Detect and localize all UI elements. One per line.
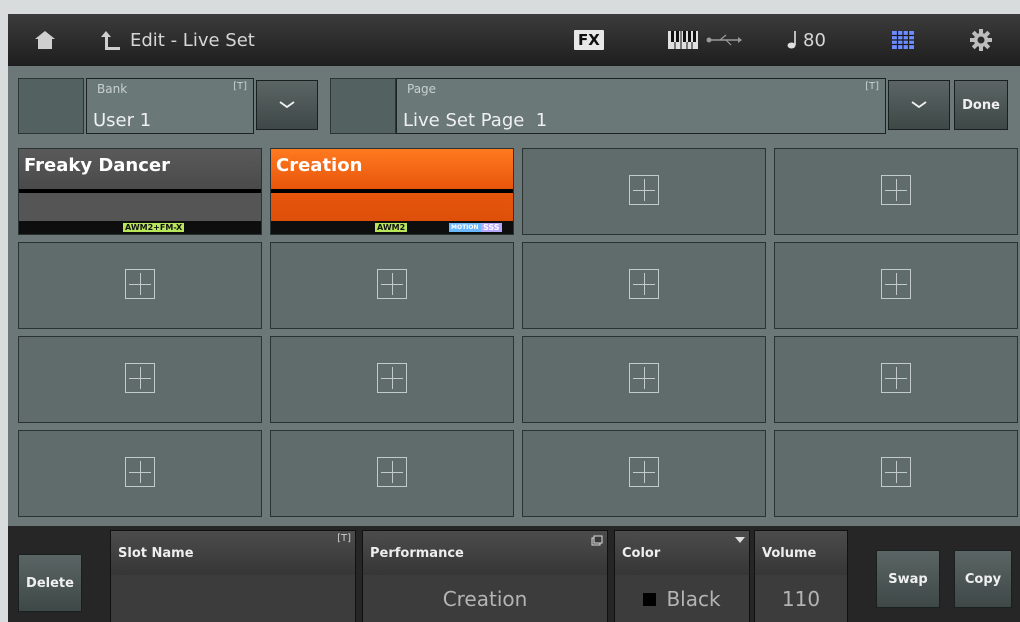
empty-slot[interactable] [774, 430, 1018, 517]
slot-name: Creation [276, 155, 363, 176]
page-blank-pad [330, 78, 396, 134]
bank-label: Bank [97, 82, 128, 96]
empty-slot[interactable] [522, 148, 766, 235]
color-field[interactable]: Color Black [614, 530, 750, 622]
color-value-row: Black [615, 575, 749, 622]
page-label: Page [407, 82, 437, 96]
tempo-value[interactable]: 80 [803, 14, 826, 66]
bank-dropdown-button[interactable] [256, 80, 318, 130]
plus-icon [881, 457, 911, 487]
main-area: Bank [T] User 1 Page [T] Live Set Page 1… [8, 66, 1020, 526]
empty-slot[interactable] [270, 430, 514, 517]
gear-icon[interactable] [970, 14, 992, 66]
slot-footer: AWM2+FM-X [19, 221, 261, 234]
delete-button[interactable]: Delete [18, 554, 82, 612]
performance-field[interactable]: Performance Creation [362, 530, 608, 622]
page-field[interactable]: Page [T] Live Set Page 1 [396, 78, 886, 134]
home-icon[interactable] [34, 14, 56, 66]
empty-slot[interactable] [18, 336, 262, 423]
plus-icon [377, 457, 407, 487]
slot-name-field[interactable]: Slot Name [T] [110, 530, 356, 622]
awm2-fmx-tag: AWM2+FM-X [123, 223, 185, 232]
volume-label: Volume [762, 546, 817, 561]
plus-icon [377, 269, 407, 299]
empty-slot[interactable] [774, 148, 1018, 235]
volume-field[interactable]: Volume 110 [754, 530, 848, 622]
plus-icon [125, 457, 155, 487]
performance-value: Creation [363, 575, 607, 622]
empty-slot[interactable] [522, 242, 766, 329]
bank-blank-pad [18, 78, 84, 134]
page-title: Edit - Live Set [130, 29, 255, 51]
plus-icon [881, 269, 911, 299]
fx-button[interactable]: FX [574, 14, 604, 66]
slot-divider [19, 189, 261, 193]
chevron-down-icon [911, 101, 927, 109]
top-bar: Edit - Live Set FX 80 [8, 14, 1020, 66]
bank-field[interactable]: Bank [T] User 1 [86, 78, 254, 134]
text-input-icon: [T] [865, 81, 879, 92]
empty-slot[interactable] [774, 242, 1018, 329]
text-input-icon: [T] [233, 81, 247, 92]
slot-name: Freaky Dancer [24, 155, 171, 176]
slot-2[interactable]: Creation AWM2 MOTION SSS [270, 148, 514, 235]
bottom-panel: Delete Slot Name [T] Performance Creatio… [8, 526, 1020, 622]
fx-icon: FX [574, 30, 604, 50]
performance-popup-icon [591, 535, 603, 549]
plus-icon [881, 363, 911, 393]
motion-tag: MOTION [449, 223, 481, 232]
slot-name-label: Slot Name [118, 546, 194, 561]
plus-icon [629, 175, 659, 205]
bank-value: User 1 [93, 110, 152, 131]
plus-icon [629, 457, 659, 487]
plus-icon [881, 175, 911, 205]
page-dropdown-button[interactable] [888, 80, 950, 130]
text-input-icon: [T] [337, 533, 351, 544]
empty-slot[interactable] [18, 242, 262, 329]
empty-slot[interactable] [522, 336, 766, 423]
slot-name-value [111, 575, 355, 622]
slot-1[interactable]: Freaky Dancer AWM2+FM-X [18, 148, 262, 235]
empty-slot[interactable] [270, 242, 514, 329]
usb-icon [706, 14, 742, 66]
chevron-down-icon [279, 101, 295, 109]
copy-button[interactable]: Copy [954, 550, 1012, 608]
empty-slot[interactable] [522, 430, 766, 517]
dropdown-triangle-icon [735, 535, 745, 546]
slot-divider [271, 189, 513, 193]
awm2-tag: AWM2 [375, 223, 408, 232]
plus-icon [377, 363, 407, 393]
back-arrow-icon[interactable] [100, 14, 122, 66]
empty-slot[interactable] [774, 336, 1018, 423]
quarter-note-icon [786, 14, 798, 66]
color-swatch [643, 592, 657, 606]
color-value: Black [666, 587, 721, 611]
sss-tag: SSS [481, 223, 502, 232]
performance-label: Performance [370, 546, 464, 561]
volume-value: 110 [755, 575, 847, 622]
empty-slot[interactable] [18, 430, 262, 517]
swap-button[interactable]: Swap [876, 550, 940, 608]
grid-view-icon[interactable] [892, 14, 914, 66]
plus-icon [629, 269, 659, 299]
color-label: Color [622, 546, 661, 561]
keyboard-icon[interactable] [668, 14, 698, 66]
page-value: Live Set Page 1 [403, 110, 548, 131]
plus-icon [125, 363, 155, 393]
live-set-screen: Edit - Live Set FX 80 Bank [T] User 1 Pa… [8, 14, 1020, 622]
slot-footer: AWM2 MOTION SSS [271, 221, 513, 234]
plus-icon [629, 363, 659, 393]
done-button[interactable]: Done [954, 80, 1008, 130]
empty-slot[interactable] [270, 336, 514, 423]
plus-icon [125, 269, 155, 299]
